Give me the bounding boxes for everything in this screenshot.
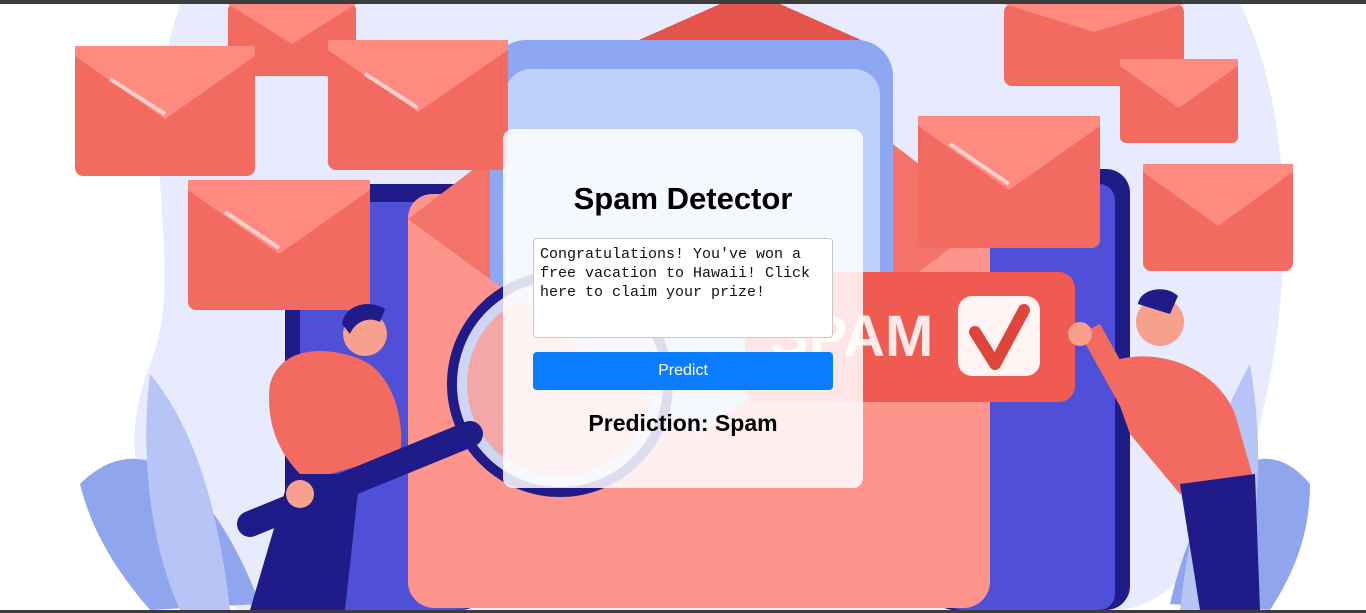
page-title: Spam Detector <box>573 181 793 216</box>
message-input[interactable]: Congratulations! You've won a free vacat… <box>533 238 833 338</box>
prediction-result: Prediction: Spam <box>588 410 778 436</box>
predict-button[interactable]: Predict <box>533 352 833 390</box>
spam-detector-card: Spam Detector Congratulations! You've wo… <box>503 129 863 488</box>
